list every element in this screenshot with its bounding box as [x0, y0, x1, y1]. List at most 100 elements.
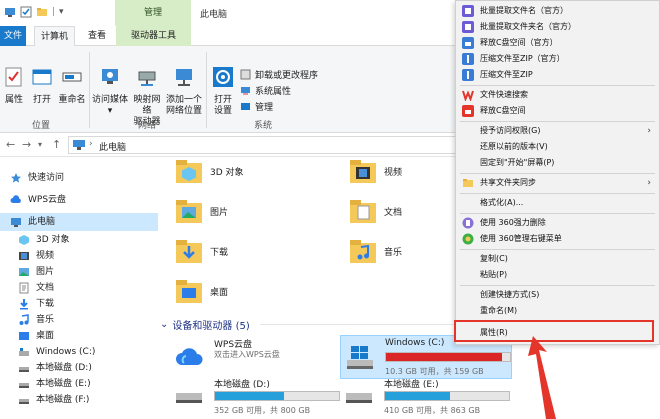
uninstall-program-button[interactable]: 卸载或更改程序 [240, 68, 318, 81]
up-arrow-icon[interactable]: ↑ [52, 138, 61, 151]
folder-videos[interactable]: 视频 [348, 157, 402, 185]
back-arrow-icon[interactable]: ← [6, 138, 15, 151]
documents-folder-icon [350, 200, 376, 223]
downloads-folder-icon [176, 240, 202, 263]
menu-item-free-c[interactable]: 释放C盘空间 [456, 103, 659, 119]
tab-drive-tools[interactable]: 驱动器工具 [116, 26, 191, 46]
menu-item-grant-access[interactable]: 授予访问权限(G) › [456, 123, 659, 139]
drive-d[interactable]: 本地磁盘 (D:) 352 GB 可用，共 800 GB [170, 375, 340, 419]
folder-music[interactable]: 音乐 [348, 237, 402, 265]
chevron-down-icon[interactable]: ⌄ [160, 319, 168, 330]
menu-item-pin-start[interactable]: 固定到"开始"屏幕(P) [456, 155, 659, 171]
tab-view[interactable]: 查看 [82, 26, 112, 46]
pictures-folder-icon [176, 200, 202, 223]
folder-label: 文档 [384, 207, 403, 218]
menu-item-rename[interactable]: 重命名(M) [456, 303, 659, 319]
chevron-right-icon[interactable]: › [89, 139, 93, 149]
system-properties-button[interactable]: 系统属性 [240, 84, 291, 97]
nav-item-quick-access[interactable]: 快速访问 [0, 169, 158, 187]
manage-button[interactable]: 管理 [240, 100, 273, 113]
folder-label: 音乐 [384, 247, 403, 258]
drive-usage-fill [385, 392, 451, 400]
open-button[interactable]: 打开 [30, 66, 54, 106]
nav-item-wps-cloud[interactable]: WPS云盘 [0, 191, 158, 209]
recent-dropdown-icon[interactable]: ▾ [38, 140, 42, 149]
menu-item-360-delete[interactable]: 使用 360强力删除 [456, 215, 659, 231]
free-space-icon [462, 37, 474, 49]
nav-label: 快速访问 [28, 173, 65, 183]
menu-item-free-c-official[interactable]: 释放C盘空间（官方） [456, 35, 659, 51]
menu-item-label: 释放C盘空间 [480, 106, 526, 115]
rename-button[interactable]: 重命名 [58, 66, 86, 106]
menu-divider [460, 249, 655, 250]
menu-item-batch-filenames[interactable]: 批量提取文件名（官方） [456, 3, 659, 19]
menu-item-batch-foldernames[interactable]: 批量提取文件夹名（官方） [456, 19, 659, 35]
network-location-icon [176, 69, 192, 86]
folder-pictures[interactable]: 图片 [174, 197, 228, 225]
video-folder-icon [350, 160, 376, 183]
uninstall-label: 卸载或更改程序 [255, 71, 319, 81]
ribbon-divider [89, 52, 90, 128]
system-properties-icon [241, 87, 250, 95]
nav-item-drive-f[interactable]: 本地磁盘 (F:) [0, 391, 158, 409]
folder-label: 下载 [210, 247, 229, 258]
map-drive-label-1: 映射网络 [133, 95, 161, 116]
menu-item-zip-official[interactable]: 压缩文件至ZIP（官方） [456, 51, 659, 67]
open-settings-button[interactable]: 打开 设置 [210, 66, 236, 117]
rename-icon [62, 72, 82, 82]
access-media-button[interactable]: 访问媒体 ▾ [92, 66, 128, 117]
nav-label: 本地磁盘 (F:) [36, 395, 90, 405]
menu-item-create-shortcut[interactable]: 创建快捷方式(S) [456, 287, 659, 303]
menu-item-file-search[interactable]: 文件快速搜索 [456, 87, 659, 103]
menu-item-format[interactable]: 格式化(A)... [456, 195, 659, 211]
drive-wps-cloud[interactable]: WPS云盘 双击进入WPS云盘 [170, 335, 340, 379]
checkmark-icon[interactable] [20, 6, 32, 18]
tab-file[interactable]: 文件 [0, 26, 26, 46]
folder-label: 视频 [384, 167, 403, 178]
folder-label: 3D 对象 [210, 167, 244, 178]
window-title: 此电脑 [200, 10, 228, 20]
menu-item-paste[interactable]: 粘贴(P) [456, 267, 659, 283]
add-network-location-button[interactable]: 添加一个 网络位置 [166, 66, 202, 117]
zip-icon [462, 69, 474, 81]
3d-objects-icon [19, 235, 29, 245]
menu-item-label: 使用 360强力删除 [480, 218, 546, 227]
batch-extract-icon [462, 21, 474, 33]
system-group-label: 系统 [254, 121, 273, 131]
folder-documents[interactable]: 文档 [348, 197, 402, 225]
qat-dropdown-icon[interactable]: ▾ [59, 7, 64, 17]
address-path: 此电脑 [99, 143, 127, 153]
folder-label: 桌面 [210, 287, 229, 298]
tab-computer[interactable]: 计算机 [34, 26, 76, 47]
properties-label: 属性 [4, 95, 23, 105]
address-bar[interactable]: › 此电脑 [68, 136, 468, 154]
menu-item-360-manage[interactable]: 使用 360管理右键菜单 [456, 231, 659, 247]
folder-downloads[interactable]: 下载 [174, 237, 228, 265]
menu-item-label: 共享文件夹同步 [480, 178, 536, 187]
drive-usage-fill [386, 353, 502, 361]
nav-item-this-pc[interactable]: 此电脑 [0, 213, 158, 231]
windows-drive-icon [347, 346, 373, 369]
menu-item-restore-versions[interactable]: 还原以前的版本(V) [456, 139, 659, 155]
folder-3d-objects[interactable]: 3D 对象 [174, 157, 244, 185]
nav-label: WPS云盘 [28, 195, 67, 205]
menu-item-label: 还原以前的版本(V) [480, 142, 548, 151]
wps-cloud-icon [176, 348, 203, 365]
menu-item-share-sync[interactable]: 共享文件夹同步 › [456, 175, 659, 191]
properties-button[interactable]: 属性 [2, 66, 26, 106]
forward-arrow-icon[interactable]: → [22, 138, 31, 151]
computer-icon[interactable] [4, 6, 16, 18]
menu-item-label: 使用 360管理右键菜单 [480, 234, 562, 243]
drive-e[interactable]: 本地磁盘 (E:) 410 GB 可用，共 863 GB [340, 375, 510, 419]
folder-icon[interactable] [36, 6, 48, 18]
nav-label: 此电脑 [28, 217, 56, 227]
wps-icon [462, 90, 474, 101]
batch-extract-icon [462, 5, 474, 17]
dropdown-icon: ▾ [107, 106, 113, 116]
add-location-label-1: 添加一个 [166, 95, 203, 105]
desktop-icon [19, 332, 29, 340]
menu-item-zip[interactable]: 压缩文件至ZIP [456, 67, 659, 83]
menu-item-copy[interactable]: 复制(C) [456, 251, 659, 267]
folder-desktop[interactable]: 桌面 [174, 277, 228, 305]
documents-icon [19, 282, 29, 294]
